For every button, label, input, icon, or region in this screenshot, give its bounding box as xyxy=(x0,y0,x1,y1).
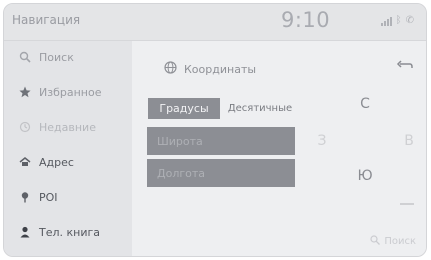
south-button[interactable]: Ю xyxy=(350,168,380,184)
longitude-placeholder: Долгота xyxy=(157,166,206,180)
latitude-placeholder: Широта xyxy=(157,134,203,148)
sidebar-item-label: Избранное xyxy=(39,85,102,99)
star-icon xyxy=(18,85,32,99)
sidebar-item-poi[interactable]: POI xyxy=(4,181,132,213)
degrees-format-button[interactable]: Градусы xyxy=(148,98,220,119)
search-icon xyxy=(18,50,32,64)
phone-icon: ✆ xyxy=(405,15,414,26)
sidebar-item-label: POI xyxy=(39,190,58,204)
sidebar-item-label: Недавние xyxy=(39,120,96,134)
coordinates-header: Координаты xyxy=(164,61,256,77)
recent-icon xyxy=(18,120,32,134)
sidebar-item-label: Тел. книга xyxy=(39,225,101,239)
sidebar-item-favorites[interactable]: Избранное xyxy=(4,76,132,108)
globe-icon xyxy=(164,61,177,77)
poi-pin-icon xyxy=(18,190,32,204)
back-arrow-icon xyxy=(396,60,413,68)
east-button[interactable]: В xyxy=(394,133,424,149)
sidebar-item-address[interactable]: Адрес xyxy=(4,146,132,178)
sidebar-item-search[interactable]: Поиск xyxy=(4,41,132,73)
status-icons: ᛒ ✆ xyxy=(380,15,414,26)
app-title: Навигация xyxy=(12,13,81,27)
search-icon xyxy=(370,235,381,248)
status-bar: Навигация 9:10 ᛒ ✆ xyxy=(4,4,426,41)
west-button[interactable]: З xyxy=(307,133,337,149)
latitude-field[interactable]: Широта xyxy=(147,127,295,155)
address-icon xyxy=(18,155,32,169)
signal-icon xyxy=(380,17,392,26)
person-icon xyxy=(18,225,32,239)
sidebar-item-phonebook[interactable]: Тел. книга xyxy=(4,216,132,248)
coordinates-panel: Координаты Градусы Десятичные Широта Дол… xyxy=(132,41,426,256)
sidebar-item-label: Поиск xyxy=(39,50,74,64)
search-button-label: Поиск xyxy=(384,236,416,247)
delete-button[interactable] xyxy=(400,203,414,205)
bluetooth-icon: ᛒ xyxy=(395,15,402,26)
search-button[interactable]: Поиск xyxy=(370,235,416,248)
head-unit-screen: Навигация 9:10 ᛒ ✆ Поиск Избранное Недав… xyxy=(3,3,427,257)
page-title: Координаты xyxy=(184,62,257,76)
sidebar: Поиск Избранное Недавние Адрес POI Тел. … xyxy=(4,41,132,256)
longitude-field[interactable]: Долгота xyxy=(147,159,295,187)
sidebar-item-recent[interactable]: Недавние xyxy=(4,111,132,143)
back-button[interactable] xyxy=(394,60,414,76)
sidebar-item-label: Адрес xyxy=(39,155,74,169)
north-button[interactable]: С xyxy=(350,96,380,112)
decimal-format-button[interactable]: Десятичные xyxy=(224,98,296,119)
clock: 9:10 xyxy=(281,8,331,32)
